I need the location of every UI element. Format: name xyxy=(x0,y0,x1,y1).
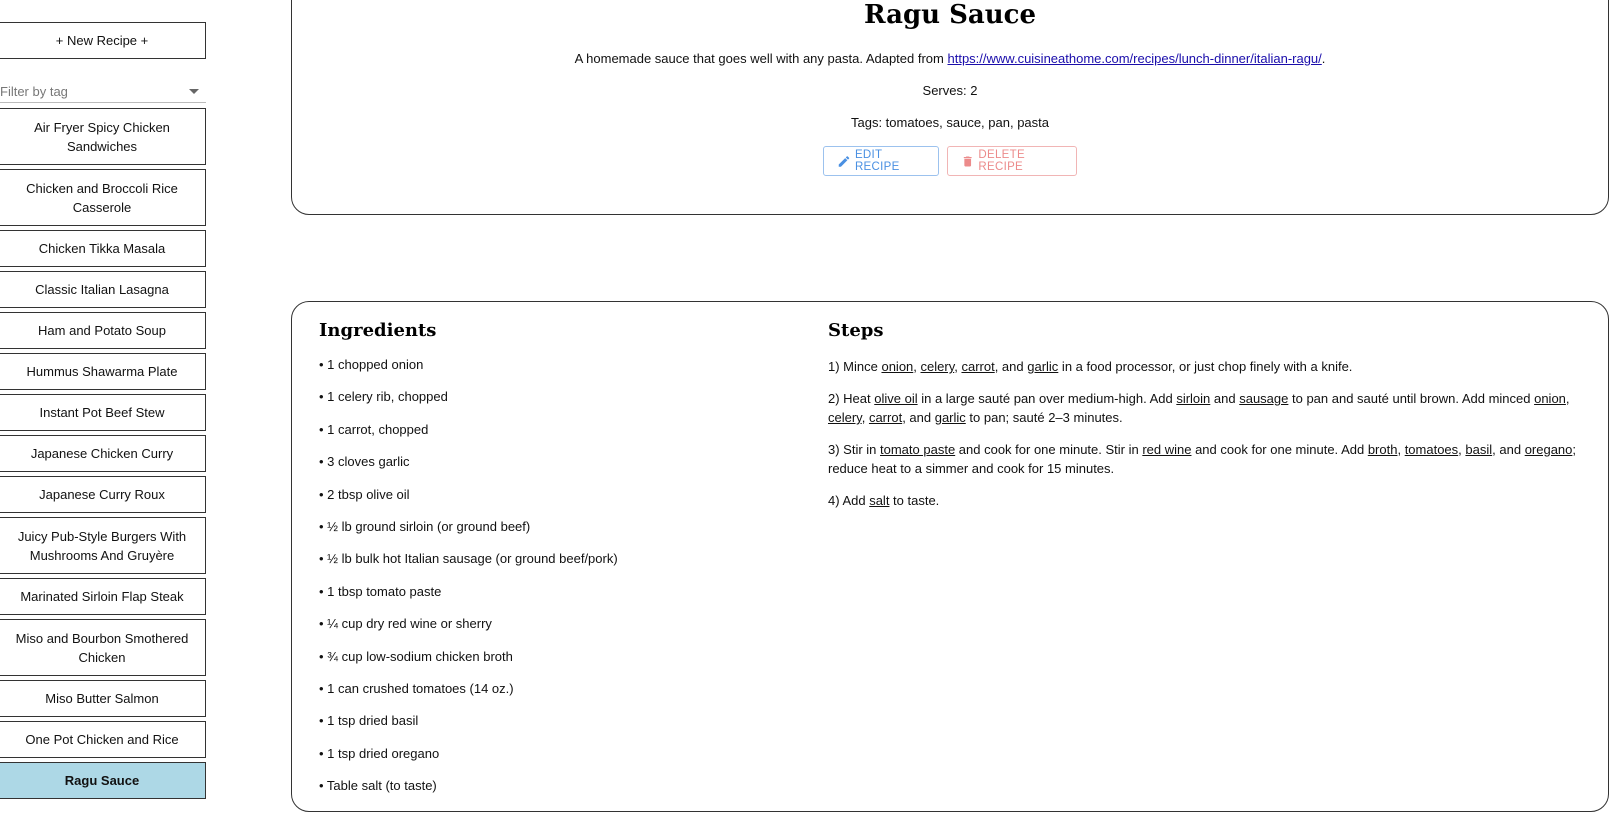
ingredient-item: • ½ lb ground sirloin (or ground beef) xyxy=(319,518,531,534)
step-ingredient-ref[interactable]: onion xyxy=(1534,391,1566,406)
step-item: 1) Mince onion, celery, carrot, and garl… xyxy=(828,357,1588,376)
step-text: to pan; sauté 2–3 minutes. xyxy=(965,410,1123,425)
step-ingredient-ref[interactable]: sausage xyxy=(1239,391,1288,406)
tag-filter-select[interactable]: Filter by tag xyxy=(0,80,206,103)
recipe-list-item[interactable]: Hummus Shawarma Plate xyxy=(0,353,206,390)
tags-text: Tags: tomatoes, sauce, pan, pasta xyxy=(850,115,1049,130)
step-text: , xyxy=(861,410,869,425)
step-text: , and xyxy=(1492,442,1525,457)
step-ingredient-ref[interactable]: oregano xyxy=(1525,442,1573,457)
recipe-list-item[interactable]: Juicy Pub-Style Burgers With Mushrooms A… xyxy=(0,517,206,574)
recipe-header-card: Ragu Sauce A homemade sauce that goes we… xyxy=(291,0,1609,215)
step-ingredient-ref[interactable]: celery xyxy=(828,410,862,425)
step-item: 3) Stir in tomato paste and cook for one… xyxy=(828,440,1588,478)
ingredient-item: • 1 celery rib, chopped xyxy=(319,389,448,405)
ingredient-item: • ¼ cup dry red wine or sherry xyxy=(319,616,492,632)
recipe-list-item[interactable]: Instant Pot Beef Stew xyxy=(0,394,206,431)
step-text: , and xyxy=(994,359,1028,374)
step-text: to taste. xyxy=(889,493,940,508)
ingredients-list: • 1 chopped onion • 1 celery rib, chopped… xyxy=(319,357,799,810)
page-title: Ragu Sauce xyxy=(863,0,1037,30)
step-ingredient-ref[interactable]: carrot xyxy=(961,359,994,374)
step-ingredient-ref[interactable]: basil xyxy=(1465,442,1492,457)
source-link[interactable]: https://www.cuisineathome.com/recipes/lu… xyxy=(947,51,1321,66)
step-ingredient-ref[interactable]: red wine xyxy=(1142,442,1191,457)
step-ingredient-ref[interactable]: garlic xyxy=(1027,359,1058,374)
step-text: 4) Add xyxy=(828,493,870,508)
ingredient-item: • 3 cloves garlic xyxy=(319,454,410,470)
step-ingredient-ref[interactable]: olive oil xyxy=(874,391,917,406)
step-text: , xyxy=(913,359,921,374)
ingredient-item: • ½ lb bulk hot Italian sausage (or grou… xyxy=(319,551,618,567)
step-ingredient-ref[interactable]: celery xyxy=(921,359,955,374)
serves-text: Serves: 2 xyxy=(922,83,978,98)
step-text: , xyxy=(1397,442,1405,457)
description-suffix: . xyxy=(1321,51,1326,66)
step-text: in a food processor, or just chop finely… xyxy=(1058,359,1353,374)
recipe-list-item[interactable]: Chicken and Broccoli Rice Casserole xyxy=(0,169,206,226)
step-ingredient-ref[interactable]: sirloin xyxy=(1176,391,1210,406)
sidebar: + New Recipe + Filter by tag Air Fryer S… xyxy=(0,0,206,815)
recipe-list-item[interactable]: Air Fryer Spicy Chicken Sandwiches xyxy=(0,108,206,165)
step-text: and cook for one minute. Add xyxy=(1191,442,1368,457)
step-text: , and xyxy=(902,410,935,425)
step-text: and xyxy=(1210,391,1240,406)
step-text: , xyxy=(1565,391,1570,406)
recipe-list-item[interactable]: Miso and Bourbon Smothered Chicken xyxy=(0,619,206,676)
recipe-list-item[interactable]: Ragu Sauce xyxy=(0,762,206,799)
ingredient-item: • ¾ cup low-sodium chicken broth xyxy=(319,648,513,664)
step-text: in a large sauté pan over medium-high. A… xyxy=(917,391,1177,406)
recipe-list-item[interactable]: Chicken Tikka Masala xyxy=(0,230,206,267)
step-text: 1) Mince xyxy=(828,359,882,374)
recipe-list-item[interactable]: Japanese Curry Roux xyxy=(0,476,206,513)
new-recipe-button[interactable]: + New Recipe + xyxy=(0,22,206,59)
ingredients-heading: Ingredients xyxy=(319,320,437,341)
edit-recipe-label: EDIT RECIPE xyxy=(854,149,900,173)
steps-list: 1) Mince onion, celery, carrot, and garl… xyxy=(828,357,1588,523)
chevron-down-icon xyxy=(189,88,199,94)
recipe-list-item[interactable]: One Pot Chicken and Rice xyxy=(0,721,206,758)
step-text: 3) Stir in xyxy=(828,442,881,457)
step-text: to pan and sauté until brown. Add minced xyxy=(1288,391,1535,406)
step-text: and cook for one minute. Stir in xyxy=(955,442,1143,457)
pencil-icon xyxy=(838,155,850,167)
ingredient-item: • Table salt (to taste) xyxy=(319,778,437,794)
ingredient-item: • 1 tbsp tomato paste xyxy=(319,583,442,599)
trash-icon xyxy=(963,155,972,167)
step-ingredient-ref[interactable]: broth xyxy=(1368,442,1398,457)
steps-heading: Steps xyxy=(828,320,884,341)
ingredient-item: • 2 tbsp olive oil xyxy=(319,486,410,502)
ingredient-item: • 1 tsp dried basil xyxy=(319,713,419,729)
edit-recipe-button[interactable]: EDIT RECIPE xyxy=(823,146,939,176)
recipe-list-item[interactable]: Marinated Sirloin Flap Steak xyxy=(0,578,206,615)
step-item: 4) Add salt to taste. xyxy=(828,491,1588,510)
step-ingredient-ref[interactable]: tomatoes xyxy=(1405,442,1458,457)
delete-recipe-label: DELETE RECIPE xyxy=(978,149,1025,173)
recipe-list-item[interactable]: Miso Butter Salmon xyxy=(0,680,206,717)
step-ingredient-ref[interactable]: carrot xyxy=(869,410,902,425)
ingredient-item: • 1 carrot, chopped xyxy=(319,421,429,437)
step-ingredient-ref[interactable]: tomato paste xyxy=(880,442,955,457)
step-item: 2) Heat olive oil in a large sauté pan o… xyxy=(828,389,1588,427)
recipe-body-card: Ingredients • 1 chopped onion • 1 celery … xyxy=(291,301,1609,812)
ingredient-item: • 1 tsp dried oregano xyxy=(319,745,440,761)
step-text: 2) Heat xyxy=(828,391,875,406)
recipe-actions: EDIT RECIPE DELETE RECIPE xyxy=(292,146,1608,176)
delete-recipe-button[interactable]: DELETE RECIPE xyxy=(947,146,1077,176)
ingredient-item: • 1 chopped onion xyxy=(319,357,424,372)
recipe-description: A homemade sauce that goes well with any… xyxy=(292,51,1608,66)
ingredient-item: • 1 can crushed tomatoes (14 oz.) xyxy=(319,680,514,696)
recipe-list-item[interactable]: Ham and Potato Soup xyxy=(0,312,206,349)
step-ingredient-ref[interactable]: onion xyxy=(881,359,913,374)
recipe-list: Air Fryer Spicy Chicken Sandwiches Chicke… xyxy=(0,108,206,803)
description-text: A homemade sauce that goes well with any… xyxy=(574,51,948,66)
step-ingredient-ref[interactable]: salt xyxy=(869,493,889,508)
step-ingredient-ref[interactable]: garlic xyxy=(935,410,966,425)
recipe-list-item[interactable]: Classic Italian Lasagna xyxy=(0,271,206,308)
tag-filter-placeholder: Filter by tag xyxy=(0,83,68,99)
recipe-list-item[interactable]: Japanese Chicken Curry xyxy=(0,435,206,472)
